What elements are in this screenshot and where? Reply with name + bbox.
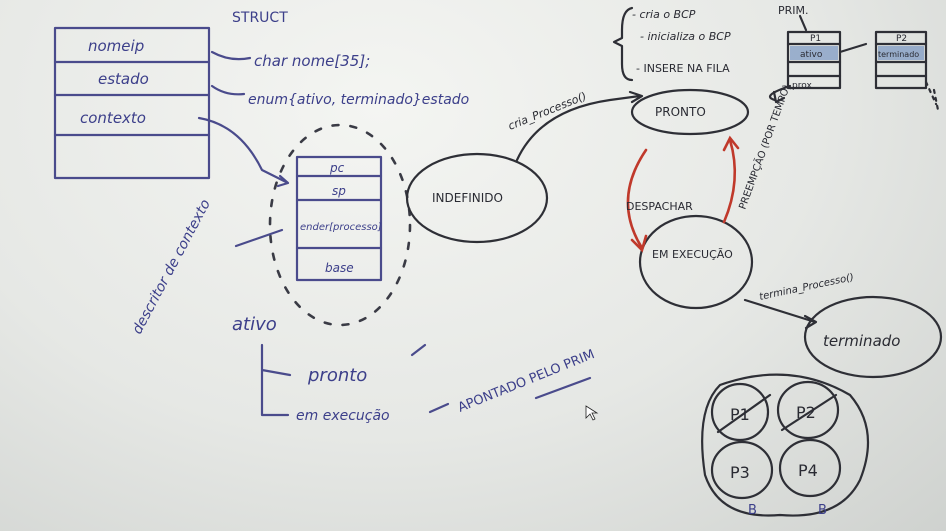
- struct-field-contexto: contexto: [80, 109, 146, 127]
- queue-link: [838, 42, 868, 54]
- queue-node-1-field: ativo: [800, 50, 823, 60]
- bcp-stack: pc sp ender[processo] base: [234, 123, 412, 327]
- transition-cria-label: cria_Processo(): [506, 90, 588, 133]
- pool-b-label-1: B: [748, 503, 757, 518]
- queue-node-2-label: P2: [896, 34, 907, 44]
- queue-node-1-label: P1: [810, 34, 821, 44]
- ativo-bracket: [260, 343, 292, 417]
- transition-despachar: [626, 148, 648, 250]
- apontado-label: APONTADO PELO PRIM: [456, 347, 597, 416]
- bcp-cell-pc: pc: [329, 161, 345, 175]
- state-em-execucao-label: EM EXECUÇÃO: [652, 248, 733, 261]
- struct-title: STRUCT: [232, 10, 288, 26]
- step-cria: - cria o BCP: [632, 8, 696, 21]
- transition-preempcao-label: PREEMPÇÃO (POR TEMPO): [736, 83, 793, 211]
- bcp-cell-base: base: [325, 261, 354, 275]
- pronto-label: pronto: [307, 365, 367, 386]
- state-em-execucao: [638, 214, 754, 310]
- struct-enum-decl: enum{ativo, terminado}estado: [248, 92, 469, 108]
- transition-cria: [515, 94, 642, 162]
- process-p2-label: P2: [796, 403, 816, 422]
- state-terminado-label: terminado: [823, 332, 900, 350]
- whiteboard: nomeip estado contexto STRUCT char nome[…: [0, 0, 946, 531]
- transition-preempcao: [722, 138, 737, 224]
- struct-name-decl: char nome[35];: [254, 52, 370, 70]
- transition-termina-label: termina_Processo(): [758, 272, 855, 303]
- ativo-label: ativo: [232, 314, 277, 335]
- process-p3-label: P3: [730, 463, 750, 482]
- whiteboard-drawing: nomeip estado contexto STRUCT char nome[…: [53, 4, 943, 518]
- queue-prim-arrow: [798, 14, 808, 32]
- mouse-cursor-icon: [585, 405, 599, 421]
- process-p1-label: P1: [730, 405, 750, 424]
- transition-despachar-label: DESPACHAR: [626, 200, 693, 213]
- step-insere: - INSERE NA FILA: [636, 62, 730, 75]
- process-p4-label: P4: [798, 461, 818, 480]
- steps-brace: [612, 6, 634, 82]
- bcp-cell-sp: sp: [332, 184, 346, 198]
- queue-prim-label: PRIM.: [778, 4, 809, 17]
- pool-b-label-2: B: [818, 503, 827, 518]
- queue-node-2-field: terminado: [878, 50, 919, 59]
- step-inicializa: - inicializa o BCP: [640, 30, 731, 43]
- bcp-cell-ender: ender[processo]: [300, 222, 382, 233]
- state-pronto-label: PRONTO: [655, 105, 706, 119]
- queue-prox-label: prox: [792, 81, 812, 91]
- state-indefinido-label: INDEFINIDO: [432, 191, 503, 205]
- pronto-arrow: [410, 343, 427, 357]
- struct-field-nomeip: nomeip: [88, 37, 144, 55]
- execucao-label: em execução: [296, 408, 390, 424]
- struct-field-estado: estado: [98, 70, 149, 88]
- execucao-arrow: [428, 402, 450, 414]
- descritor-label: descritor de contexto: [129, 197, 214, 337]
- transition-termina: [743, 298, 817, 324]
